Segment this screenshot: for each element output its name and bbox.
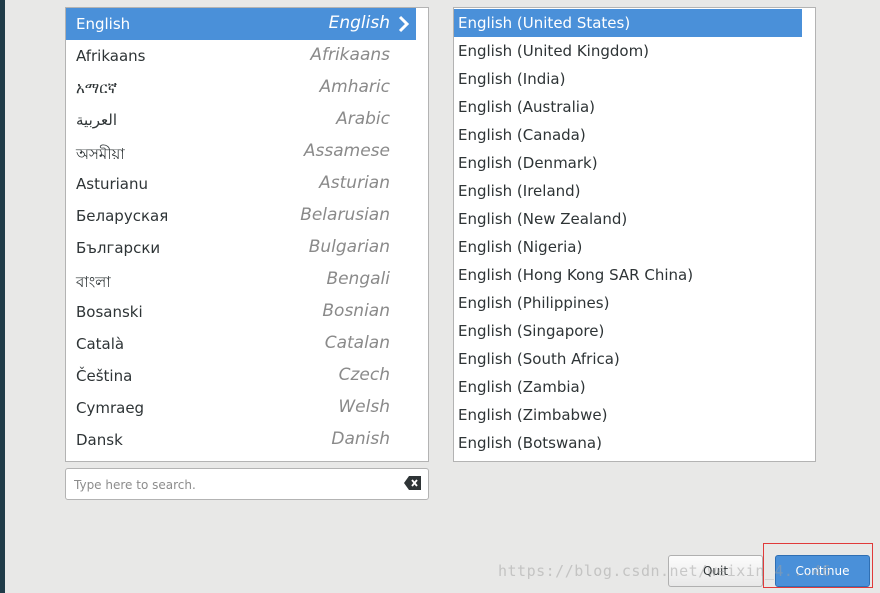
language-item[interactable]: العربية Arabic (66, 104, 416, 136)
language-item[interactable]: Čeština Czech (66, 360, 416, 392)
locale-item[interactable]: English (United Kingdom) (454, 37, 802, 65)
language-native-name: Čeština (76, 367, 133, 385)
locale-label: English (Zimbabwe) (458, 406, 608, 424)
language-native-name: Bosanski (76, 303, 143, 321)
locale-item[interactable]: English (South Africa) (454, 345, 802, 373)
language-english-name: English (328, 13, 390, 33)
language-item[interactable]: বাংলা Bengali (66, 264, 416, 296)
language-english-name: Bulgarian (308, 237, 390, 257)
locale-label: English (Botswana) (458, 434, 602, 452)
language-item[interactable]: Bosanski Bosnian (66, 296, 416, 328)
locale-label: English (Canada) (458, 126, 586, 144)
language-native-name: Български (76, 239, 161, 257)
locale-item[interactable]: English (Zimbabwe) (454, 401, 802, 429)
language-native-name: Беларуская (76, 207, 169, 225)
locale-label: English (New Zealand) (458, 210, 628, 228)
language-english-name: Czech (338, 365, 390, 385)
language-item[interactable]: Беларуская Belarusian (66, 200, 416, 232)
language-item[interactable]: Asturianu Asturian (66, 168, 416, 200)
locale-label: English (South Africa) (458, 350, 620, 368)
locale-label: English (Hong Kong SAR China) (458, 266, 694, 284)
locale-label: English (United Kingdom) (458, 42, 650, 60)
language-scrollbar[interactable] (418, 8, 428, 461)
language-english-name: Assamese (303, 141, 390, 161)
locale-item[interactable]: English (Canada) (454, 121, 802, 149)
language-english-name: Catalan (324, 333, 390, 353)
locale-item[interactable]: English (Ireland) (454, 177, 802, 205)
language-item[interactable]: Català Catalan (66, 328, 416, 360)
language-english-name: Bosnian (322, 301, 390, 321)
locale-label: English (Ireland) (458, 182, 581, 200)
locale-item[interactable]: English (Zambia) (454, 373, 802, 401)
locale-item[interactable]: English (New Zealand) (454, 205, 802, 233)
locale-item[interactable]: English (Nigeria) (454, 233, 802, 261)
language-item[interactable]: Dansk Danish (66, 424, 416, 456)
locale-item[interactable]: English (United States) (454, 9, 802, 37)
locale-label: English (Denmark) (458, 154, 598, 172)
language-english-name: Danish (331, 429, 390, 449)
language-list[interactable]: English English Afrikaans Afrikaans አማርኛ Amha… (65, 7, 429, 462)
locale-label: English (Philippines) (458, 294, 610, 312)
language-item[interactable]: English English (66, 8, 416, 40)
locale-label: English (Australia) (458, 98, 595, 116)
language-native-name: Afrikaans (76, 47, 146, 65)
language-native-name: অসমীয়া (76, 145, 125, 163)
search-box[interactable] (65, 468, 429, 500)
locale-label: English (United States) (458, 14, 631, 32)
backspace-clear-icon[interactable] (404, 476, 421, 490)
locale-label: English (India) (458, 70, 566, 88)
language-native-name: Cymraeg (76, 399, 145, 417)
language-english-name: Belarusian (300, 205, 390, 225)
locale-item[interactable]: English (Hong Kong SAR China) (454, 261, 802, 289)
search-input[interactable] (72, 473, 396, 497)
language-item[interactable]: Afrikaans Afrikaans (66, 40, 416, 72)
language-english-name: Afrikaans (310, 45, 390, 65)
language-item[interactable]: አማርኛ Amharic (66, 72, 416, 104)
desktop-edge (0, 0, 5, 593)
language-english-name: Welsh (338, 397, 390, 417)
locale-list[interactable]: English (United States) English (United K… (453, 7, 816, 462)
language-native-name: বাংলা (76, 273, 111, 291)
locale-label: English (Singapore) (458, 322, 605, 340)
locale-item[interactable]: English (India) (454, 65, 802, 93)
language-native-name: English (76, 15, 131, 33)
language-english-name: Arabic (336, 109, 390, 129)
language-native-name: Dansk (76, 431, 123, 449)
language-native-name: العربية (76, 111, 117, 129)
locale-item[interactable]: English (Australia) (454, 93, 802, 121)
language-english-name: Bengali (326, 269, 390, 289)
locale-item[interactable]: English (Botswana) (454, 429, 802, 457)
locale-item[interactable]: English (Singapore) (454, 317, 802, 345)
language-native-name: አማርኛ (76, 79, 118, 97)
watermark: https://blog.csdn.net/weixin_4...46 (498, 562, 832, 580)
locale-label: English (Zambia) (458, 378, 586, 396)
language-item[interactable]: অসমীয়া Assamese (66, 136, 416, 168)
language-item[interactable]: Cymraeg Welsh (66, 392, 416, 424)
language-item[interactable]: Български Bulgarian (66, 232, 416, 264)
locale-item[interactable]: English (Philippines) (454, 289, 802, 317)
locale-scrollbar[interactable] (805, 8, 815, 461)
locale-item[interactable]: English (Denmark) (454, 149, 802, 177)
language-english-name: Amharic (319, 77, 390, 97)
language-english-name: Asturian (319, 173, 390, 193)
chevron-right-icon (398, 15, 410, 33)
language-native-name: Català (76, 335, 125, 353)
language-native-name: Asturianu (76, 175, 149, 193)
locale-label: English (Nigeria) (458, 238, 583, 256)
